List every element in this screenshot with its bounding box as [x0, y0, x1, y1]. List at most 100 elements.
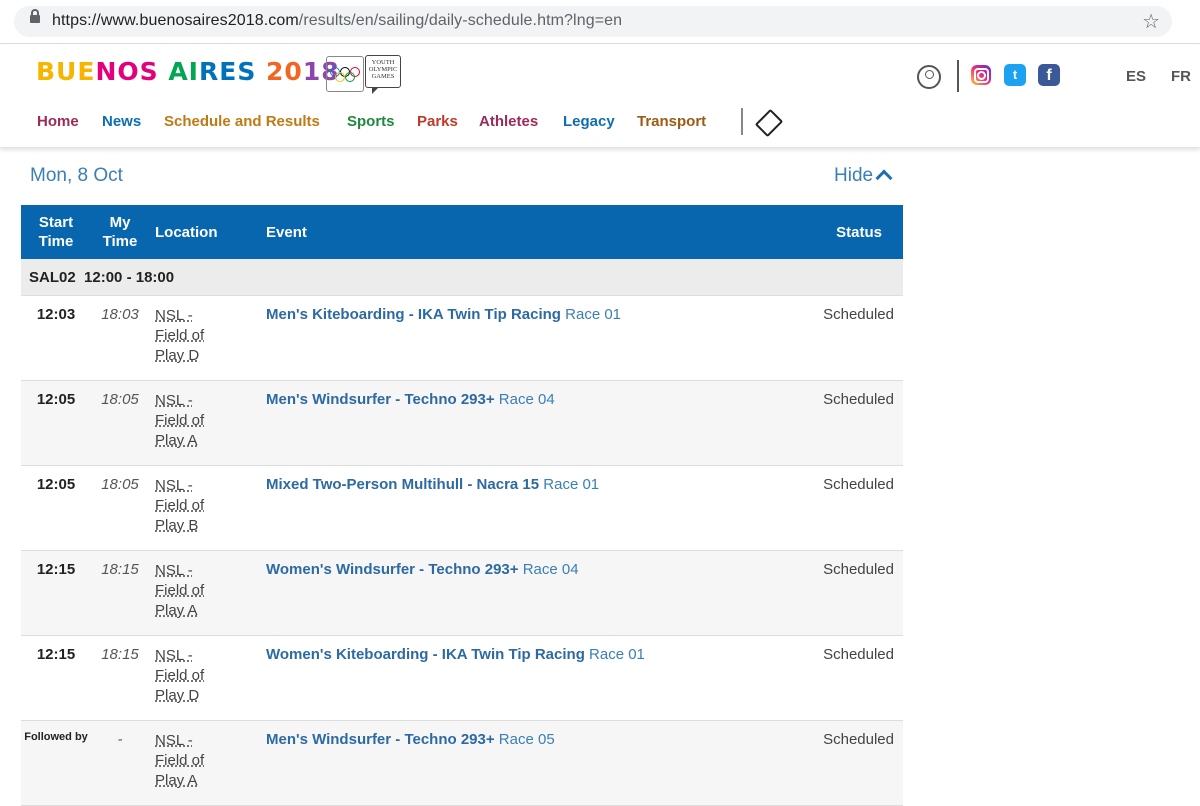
language-es[interactable]: ES — [1126, 68, 1146, 85]
status: Scheduled — [721, 380, 903, 466]
buenos-aires-2018-logo[interactable]: BUENOS AIRES 2018 — [36, 57, 340, 86]
event-name: Women's Kiteboarding - IKA Twin Tip Raci… — [266, 646, 585, 663]
location-link[interactable]: NSL - Field of Play A — [149, 720, 261, 806]
lock-icon — [30, 9, 40, 23]
event-race: Race 01 — [565, 306, 622, 323]
nav-legacy[interactable]: Legacy — [563, 113, 615, 130]
browser-toolbar: https://www.buenosaires2018.com/results/… — [0, 0, 1200, 44]
event-race: Race 01 — [589, 646, 645, 663]
event-race: Race 04 — [522, 561, 579, 578]
start-time: 12:03 — [21, 295, 91, 381]
location-link[interactable]: NSL - Field of Play A — [149, 380, 261, 466]
logo-part: RES — [198, 57, 257, 86]
user-account-icon[interactable] — [917, 65, 941, 89]
start-time: Followed by — [21, 720, 91, 806]
ticket-icon[interactable] — [754, 108, 784, 138]
event-name: Men's Kiteboarding - IKA Twin Tip Racing — [266, 306, 561, 323]
my-time: 18:15 — [91, 635, 149, 721]
chevron-up-icon[interactable] — [875, 169, 893, 187]
bookmark-star-icon[interactable]: ☆ — [1142, 9, 1160, 34]
nav-home[interactable]: Home — [37, 113, 79, 130]
my-time: 18:05 — [91, 465, 149, 551]
logo-part: BUE — [36, 57, 96, 86]
nav-sports[interactable]: Sports — [347, 113, 395, 130]
event-link[interactable]: Mixed Two-Person Multihull - Nacra 15 Ra… — [261, 465, 721, 551]
location-line: NSL - — [155, 647, 193, 664]
location-line: Play D — [155, 687, 200, 704]
col-label: My Time — [102, 214, 138, 250]
nav-schedule-results[interactable]: Schedule and Results — [164, 113, 320, 130]
youth-olympic-games-badge: YOUTH OLYMPIC GAMES — [365, 55, 401, 94]
location-line: Field of — [155, 327, 205, 344]
start-time: 12:05 — [21, 465, 91, 551]
location-line: Field of — [155, 752, 205, 769]
schedule-table: Start Time My Time Location Event Status… — [21, 205, 903, 806]
language-fr[interactable]: FR — [1171, 68, 1191, 85]
event-link[interactable]: Women's Windsurfer - Techno 293+ Race 04 — [261, 550, 721, 636]
facebook-icon[interactable]: f — [1038, 64, 1060, 86]
status: Scheduled — [721, 635, 903, 721]
event-link[interactable]: Men's Windsurfer - Techno 293+ Race 05 — [261, 720, 721, 806]
schedule-date: Mon, 8 Oct — [30, 165, 123, 186]
url-text[interactable]: https://www.buenosaires2018.com/results/… — [52, 12, 622, 30]
table-row: 12:05 18:05 NSL - Field of Play B Mixed Two-P… — [21, 465, 903, 551]
location-line: Field of — [155, 497, 205, 514]
address-bar[interactable]: https://www.buenosaires2018.com/results/… — [14, 6, 1172, 37]
logo-part: 20 — [256, 57, 303, 86]
nav-news[interactable]: News — [102, 113, 141, 130]
event-race: Race 04 — [498, 391, 555, 408]
location-line: Play A — [155, 432, 198, 449]
logo-part: NOS — [95, 57, 159, 86]
col-location: Location — [149, 205, 261, 259]
url-host: https://www.buenosaires2018.com — [52, 12, 299, 29]
session-group-row: SAL02 12:00 - 18:00 — [21, 259, 903, 296]
event-name: Men's Windsurfer - Techno 293+ — [266, 731, 495, 748]
status: Scheduled — [721, 465, 903, 551]
event-name: Women's Windsurfer - Techno 293+ — [266, 561, 519, 578]
status: Scheduled — [721, 295, 903, 381]
location-link[interactable]: NSL - Field of Play D — [149, 295, 261, 381]
location-line: Play D — [155, 347, 200, 364]
event-race: Race 05 — [498, 731, 555, 748]
table-row: 12:15 18:15 NSL - Field of Play D Women's Kit… — [21, 635, 903, 721]
my-time: - — [91, 720, 149, 806]
table-row: 12:05 18:05 NSL - Field of Play A Men's Winds… — [21, 380, 903, 466]
table-row: Followed by - NSL - Field of Play A Men's Win… — [21, 720, 903, 806]
event-name: Mixed Two-Person Multihull - Nacra 15 — [266, 476, 540, 493]
location-line: Field of — [155, 412, 205, 429]
hide-toggle[interactable]: Hide — [834, 165, 873, 187]
nav-transport[interactable]: Transport — [637, 113, 706, 130]
event-name: Men's Windsurfer - Techno 293+ — [266, 391, 495, 408]
col-start-time: Start Time — [21, 205, 91, 259]
table-header-row: Start Time My Time Location Event Status — [21, 205, 903, 259]
col-label: Start Time — [38, 214, 74, 250]
instagram-icon[interactable] — [971, 65, 991, 85]
location-line: NSL - — [155, 562, 193, 579]
start-time: 12:15 — [21, 550, 91, 636]
table-row: 12:15 18:15 NSL - Field of Play A Women's Win… — [21, 550, 903, 636]
status: Scheduled — [721, 550, 903, 636]
location-link[interactable]: NSL - Field of Play B — [149, 465, 261, 551]
my-time: 18:15 — [91, 550, 149, 636]
location-line: Field of — [155, 582, 205, 599]
col-my-time: My Time — [91, 205, 149, 259]
col-event: Event — [261, 205, 721, 259]
nav-parks[interactable]: Parks — [417, 113, 458, 130]
location-link[interactable]: NSL - Field of Play A — [149, 550, 261, 636]
session-group: SAL02 12:00 - 18:00 — [21, 259, 903, 296]
event-link[interactable]: Women's Kiteboarding - IKA Twin Tip Raci… — [261, 635, 721, 721]
table-row: 12:03 18:03 NSL - Field of Play D Men's Kiteb… — [21, 295, 903, 381]
site-header: BUENOS AIRES 2018 YOUTH OLYMPIC GAMES t … — [0, 44, 1200, 147]
twitter-icon[interactable]: t — [1004, 64, 1026, 86]
event-link[interactable]: Men's Kiteboarding - IKA Twin Tip Racing… — [261, 295, 721, 381]
location-line: Play A — [155, 772, 198, 789]
location-link[interactable]: NSL - Field of Play D — [149, 635, 261, 721]
event-link[interactable]: Men's Windsurfer - Techno 293+ Race 04 — [261, 380, 721, 466]
location-line: Field of — [155, 667, 205, 684]
session-time: 12:00 - 18:00 — [84, 268, 175, 286]
my-time: 18:03 — [91, 295, 149, 381]
status: Scheduled — [721, 720, 903, 806]
start-time: 12:15 — [21, 635, 91, 721]
nav-athletes[interactable]: Athletes — [479, 113, 538, 130]
location-line: NSL - — [155, 392, 193, 409]
